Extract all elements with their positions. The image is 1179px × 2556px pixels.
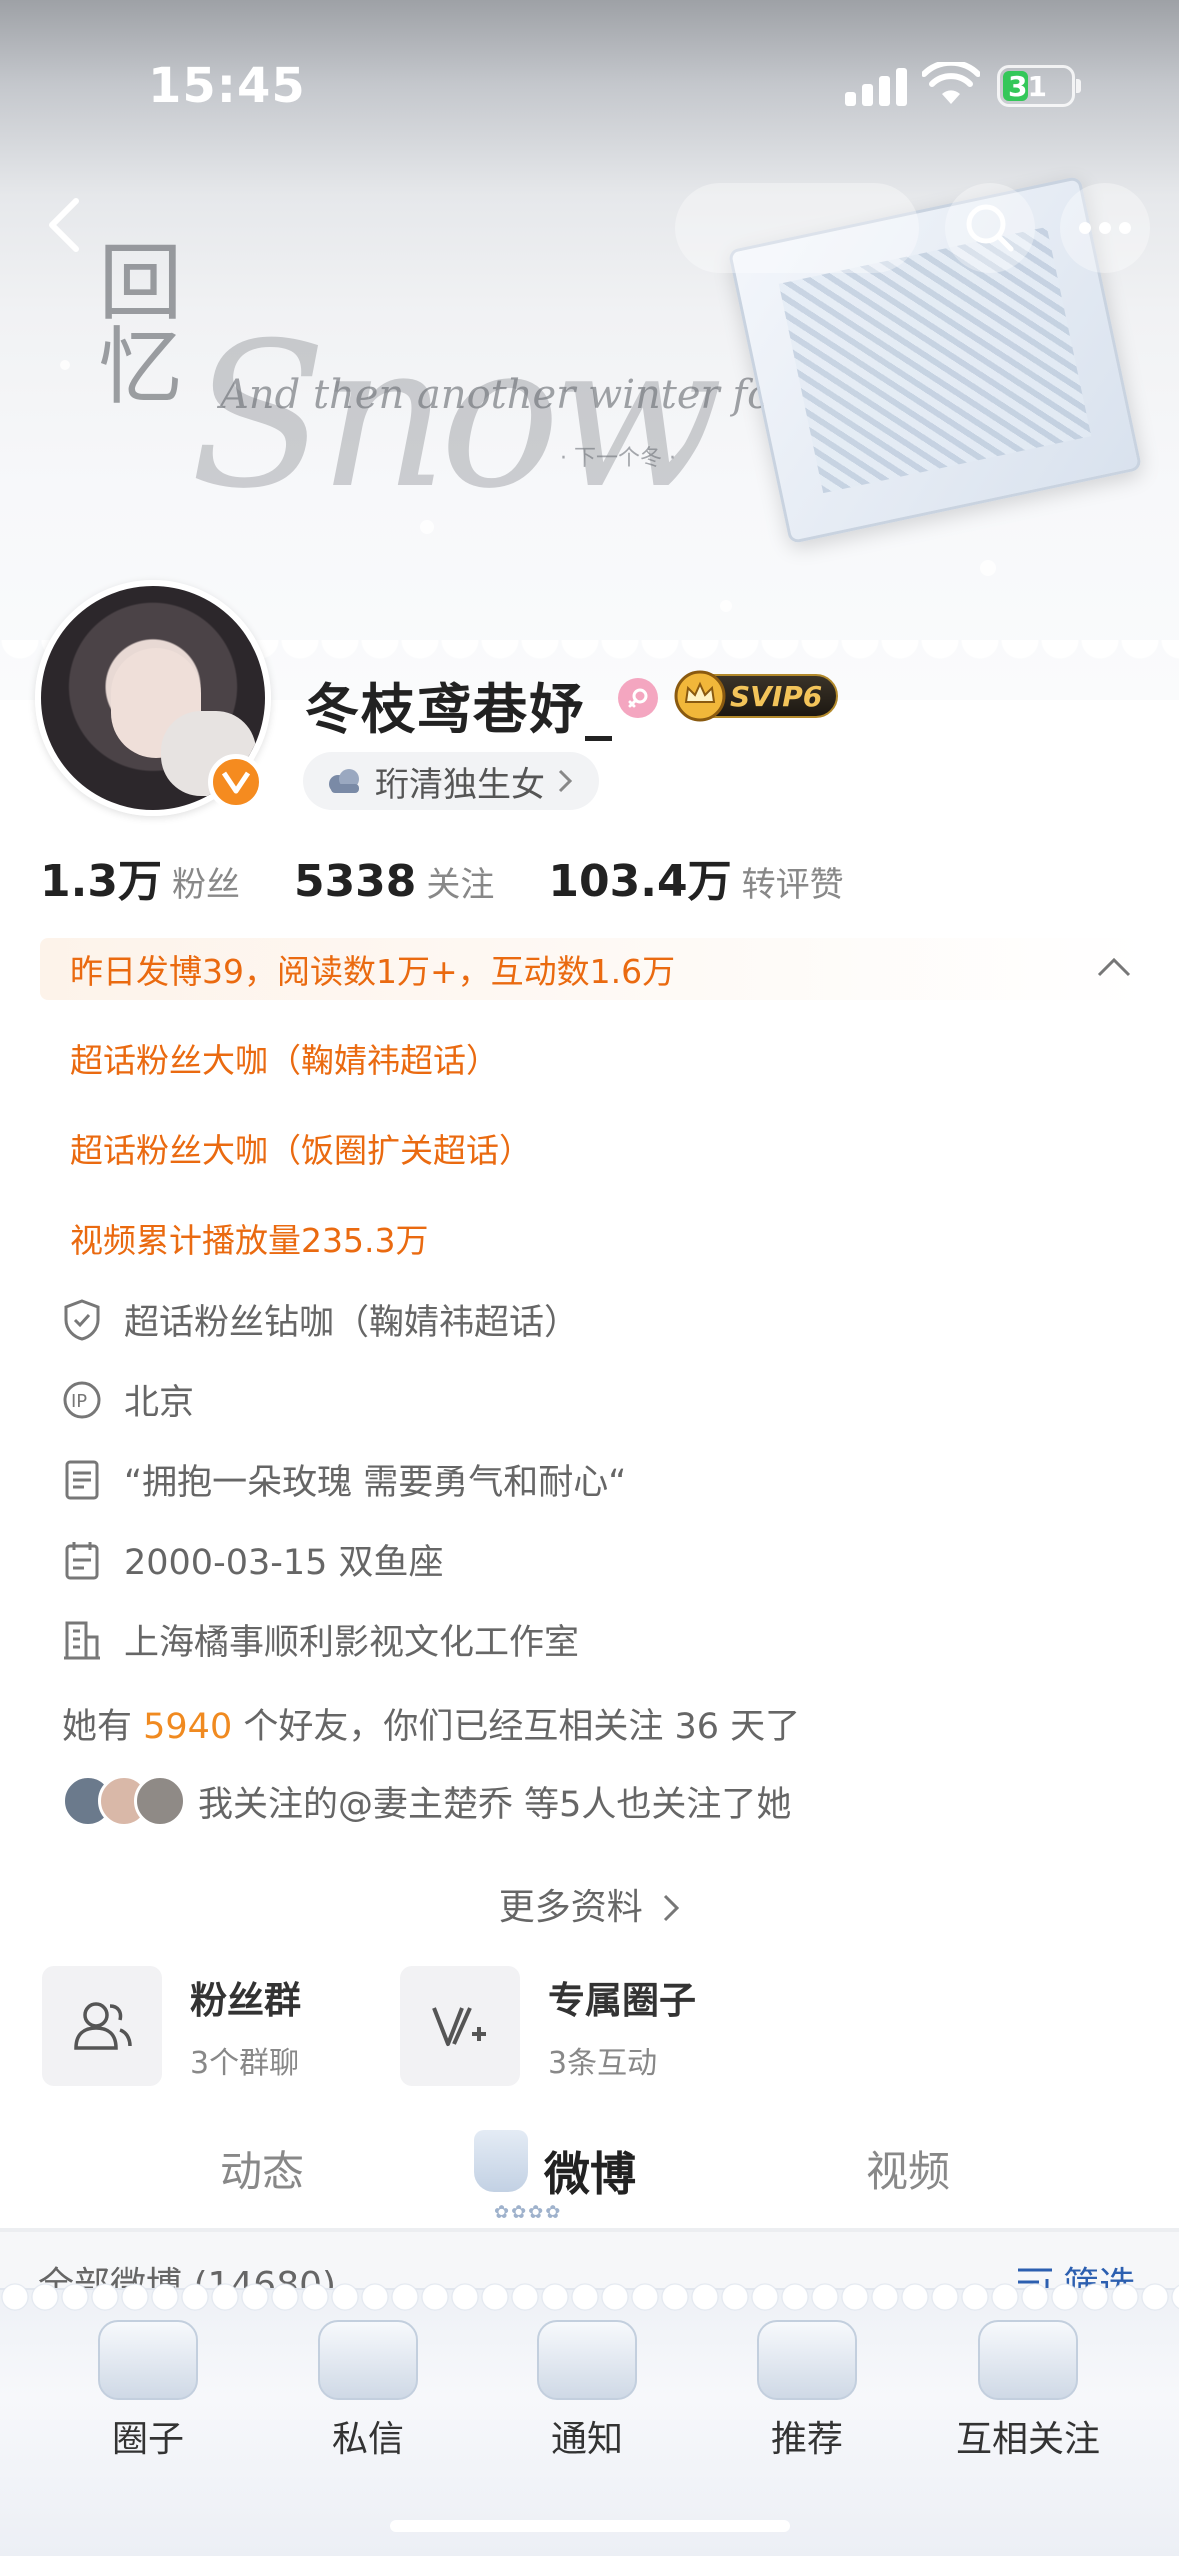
- wifi-icon: [922, 62, 980, 104]
- info-company: 上海橘事顺利影视文化工作室: [62, 1614, 579, 1665]
- stat-fans[interactable]: 1.3万 粉丝: [40, 845, 240, 909]
- cupcake-icon: [757, 2320, 857, 2400]
- honor-line[interactable]: 视频累计播放量235.3万: [70, 1214, 428, 1262]
- exclusive-circle-card[interactable]: 专属圈子 3条互动: [400, 1966, 696, 2086]
- fans-group-icon: [74, 2002, 132, 2050]
- nav-circle[interactable]: 圈子: [58, 2320, 238, 2462]
- circle-title: 专属圈子: [548, 1979, 696, 2022]
- cake-icon: [978, 2320, 1078, 2400]
- svip-badge[interactable]: SVIP6: [674, 670, 839, 722]
- battery-level: 31: [1008, 70, 1047, 103]
- avatar: [134, 1775, 186, 1827]
- tab-weibo[interactable]: 微博: [544, 2138, 636, 2204]
- banner-deco-small: · 下一个冬 ·: [560, 446, 676, 471]
- stat-likes[interactable]: 103.4万 转评赞: [548, 845, 843, 909]
- tab-dynamic[interactable]: 动态: [220, 2138, 304, 2199]
- tab-underline-decoration: ✿✿✿✿: [494, 2202, 563, 2223]
- envelope-icon: [318, 2320, 418, 2400]
- profile-name: 冬枝鸢巷妤_: [305, 678, 614, 741]
- info-birthday: 2000-03-15 双鱼座: [62, 1534, 444, 1585]
- profile-tabs: 动态 微博 ✿✿✿✿ 视频: [0, 2130, 1179, 2230]
- nav-notifications[interactable]: 通知: [497, 2320, 677, 2462]
- activity-summary: 昨日发博39，阅读数1万+，互动数1.6万: [40, 938, 1150, 1000]
- document-icon: [65, 1460, 99, 1499]
- nav-recommend[interactable]: 推荐: [717, 2320, 897, 2462]
- circle-sub: 3条互动: [548, 2046, 658, 2081]
- mutual-follow-text: 我关注的@妻主楚乔 等5人也关注了她: [198, 1784, 792, 1825]
- top-pill-button[interactable]: [675, 183, 919, 273]
- nav-mutual-follow[interactable]: 互相关注: [938, 2320, 1118, 2462]
- stat-following[interactable]: 5338 关注: [294, 856, 494, 907]
- activity-summary-text: 昨日发博39，阅读数1万+，互动数1.6万: [70, 952, 676, 991]
- cloud-icon: [329, 769, 359, 793]
- crown-icon: [674, 670, 726, 722]
- svip-label: SVIP6: [730, 679, 823, 713]
- bottom-nav: 圈子 私信 通知 推荐 互相关注: [0, 2282, 1179, 2556]
- chevron-right-icon: [664, 1894, 680, 1922]
- ip-icon: IP: [63, 1381, 101, 1418]
- info-bio: “拥抱一朵玫瑰 需要勇气和耐心“: [62, 1454, 626, 1505]
- info-superfan: 超话粉丝钻咖（鞠婧祎超话）: [62, 1294, 579, 1345]
- teapot-icon: [537, 2320, 637, 2400]
- svg-text:IP: IP: [71, 1391, 87, 1412]
- more-button[interactable]: [1060, 183, 1150, 273]
- more-icon: [1079, 222, 1131, 234]
- fans-group-card[interactable]: 粉丝群 3个群聊: [42, 1966, 301, 2086]
- search-button[interactable]: [945, 183, 1035, 273]
- tab-decoration: [474, 2130, 528, 2192]
- info-ip: IP 北京: [62, 1374, 194, 1425]
- fans-group-sub: 3个群聊: [190, 2046, 300, 2081]
- female-icon: [618, 678, 658, 718]
- banner-deco-text: 回忆: [85, 238, 183, 406]
- status-time: 15:45: [148, 58, 306, 114]
- honor-line[interactable]: 超话粉丝大咖（饭圈扩关超话）: [70, 1124, 532, 1172]
- search-icon: [966, 204, 1014, 252]
- home-indicator: [390, 2520, 790, 2532]
- chevron-up-icon[interactable]: [1094, 952, 1134, 982]
- honor-line[interactable]: 超话粉丝大咖（鞠婧祎超话）: [70, 1034, 499, 1082]
- shield-icon: [64, 1298, 100, 1341]
- chevron-right-icon: [558, 769, 573, 793]
- fans-group-title: 粉丝群: [190, 1979, 301, 2022]
- calendar-icon: [65, 1541, 99, 1579]
- gift-box-icon: [98, 2320, 198, 2400]
- mutual-follow-line[interactable]: 我关注的@妻主楚乔 等5人也关注了她: [62, 1775, 791, 1827]
- circle-icon: [432, 2007, 486, 2046]
- nav-messages[interactable]: 私信: [278, 2320, 458, 2462]
- friends-line: 她有 5940 个好友，你们已经互相关注 36 天了: [62, 1707, 801, 1747]
- more-info-link[interactable]: 更多资料: [0, 1878, 1179, 1930]
- verified-badge-icon: [208, 754, 264, 810]
- profile-tag-chip[interactable]: 珩清独生女: [303, 752, 599, 810]
- battery-icon: 31: [997, 65, 1081, 107]
- back-icon[interactable]: [36, 195, 96, 255]
- tab-video[interactable]: 视频: [866, 2138, 950, 2199]
- profile-stats: 1.3万 粉丝 5338 关注 103.4万 转评赞: [40, 845, 898, 909]
- profile-tag-label: 珩清独生女: [375, 764, 545, 805]
- signal-icon: [845, 66, 907, 106]
- building-icon: [64, 1621, 100, 1659]
